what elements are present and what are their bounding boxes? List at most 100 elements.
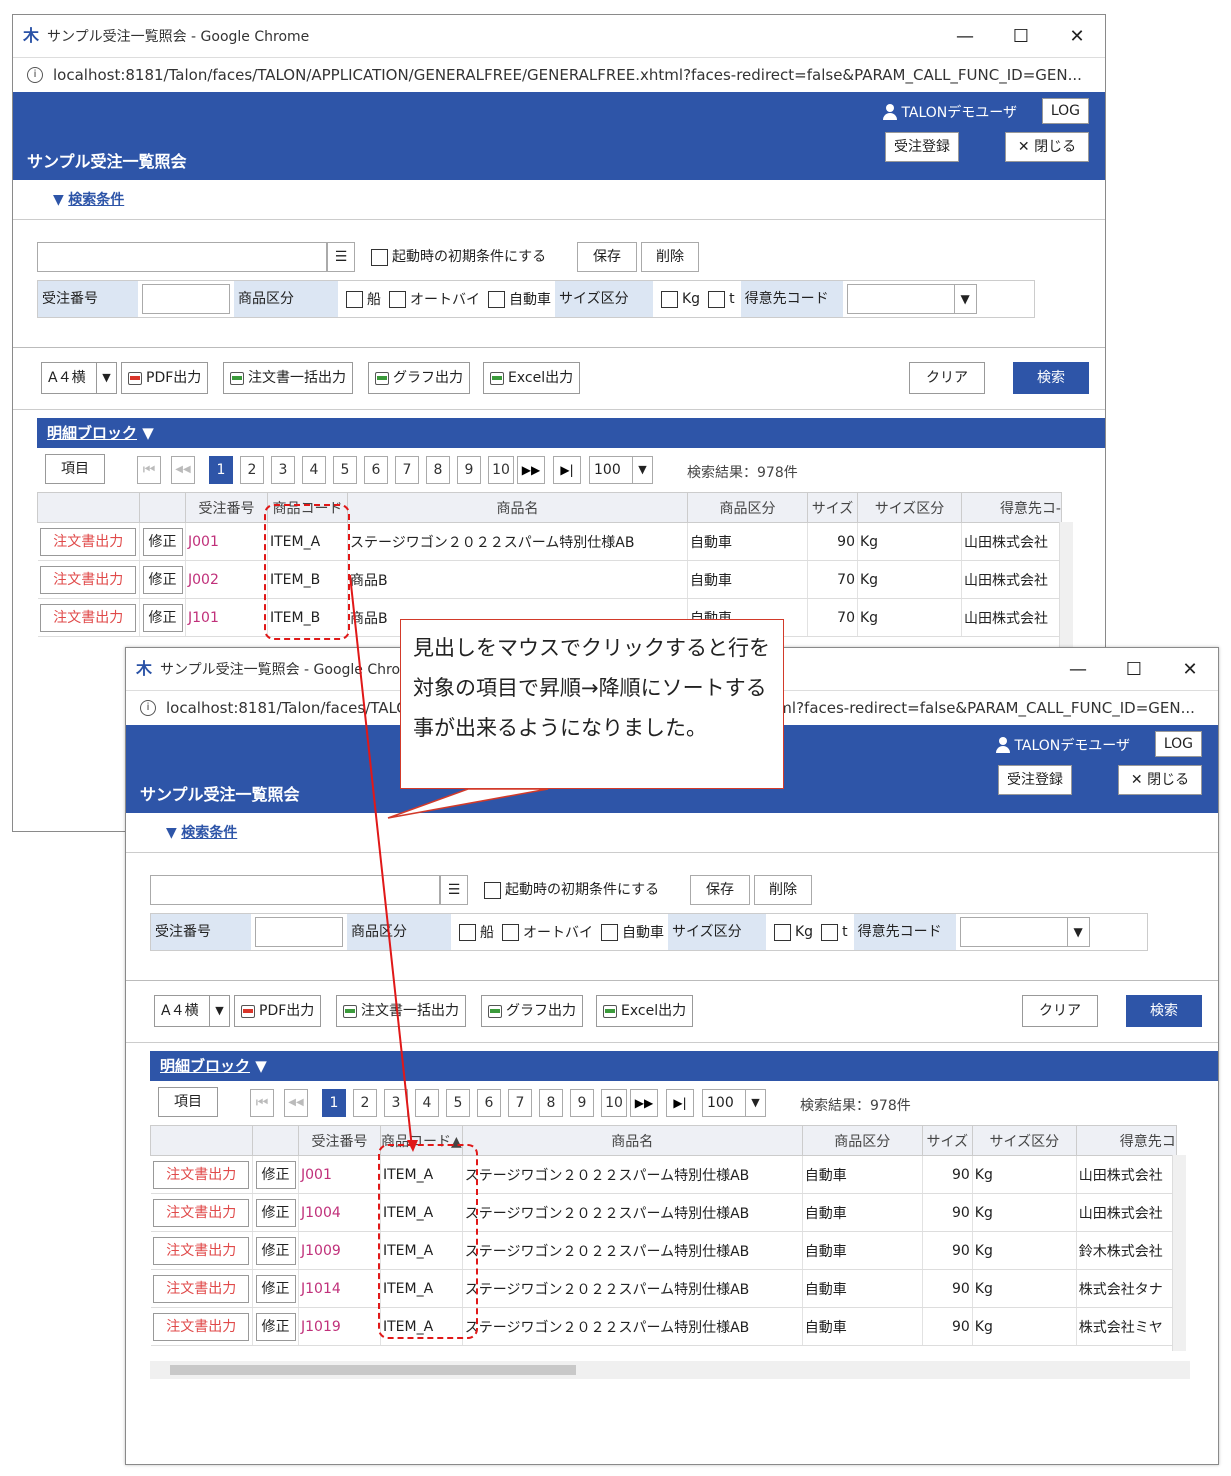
order-id[interactable]: J1014 [301, 1281, 341, 1297]
column-header[interactable]: 商品区分 [801, 1125, 923, 1156]
bulk-order-output-button[interactable]: 注文書一括出力 [336, 995, 466, 1027]
close-window-button[interactable]: ✕ [1162, 659, 1218, 680]
order-output-button[interactable]: 注文書出力 [40, 527, 137, 556]
page-6-button[interactable]: 6 [477, 1089, 501, 1117]
horizontal-scrollbar[interactable] [150, 1361, 1190, 1379]
close-button[interactable]: ✕ 閉じる [1005, 132, 1089, 162]
order-no-input[interactable] [255, 917, 343, 947]
column-header[interactable] [150, 1125, 253, 1156]
excel-output-button[interactable]: Excel出力 [483, 362, 581, 394]
delete-button[interactable]: 削除 [754, 875, 812, 905]
page-10-button[interactable]: 10 [601, 1089, 627, 1117]
vertical-scrollbar[interactable] [1172, 1155, 1186, 1351]
modify-button[interactable]: 修正 [142, 603, 183, 632]
column-header[interactable] [37, 492, 140, 523]
last-page-icon[interactable]: ▶| [666, 1089, 694, 1117]
opt-car[interactable]: 自動車 [601, 922, 664, 942]
opt-kg[interactable]: Kg [661, 290, 700, 308]
info-icon[interactable]: i [140, 700, 156, 716]
order-register-button[interactable]: 受注登録 [885, 132, 959, 162]
modify-button[interactable]: 修正 [255, 1236, 296, 1265]
pdf-output-button[interactable]: PDF出力 [234, 995, 322, 1027]
column-header[interactable] [252, 1125, 299, 1156]
opt-bike[interactable]: オートバイ [389, 289, 480, 309]
checkbox[interactable] [371, 248, 388, 266]
order-id[interactable]: J1004 [301, 1205, 341, 1221]
order-output-button[interactable]: 注文書出力 [40, 565, 137, 594]
order-id[interactable]: J1019 [301, 1319, 341, 1335]
column-header[interactable]: 商品名 [461, 1125, 803, 1156]
page-8-button[interactable]: 8 [539, 1089, 563, 1117]
page-10-button[interactable]: 10 [488, 456, 514, 484]
order-register-button[interactable]: 受注登録 [998, 765, 1072, 795]
columns-button[interactable]: 項目 [158, 1087, 218, 1117]
page-2-button[interactable]: 2 [240, 456, 264, 484]
modify-button[interactable]: 修正 [142, 527, 183, 556]
column-header[interactable]: 商品名 [347, 492, 688, 523]
page-7-button[interactable]: 7 [395, 456, 419, 484]
order-output-button[interactable]: 注文書出力 [153, 1160, 250, 1189]
table-row[interactable]: 注文書出力 修正 J1004 ITEM_A ステージワゴン２０２２スパーム特別仕様AB 自… [150, 1193, 1177, 1232]
condition-name-input[interactable] [37, 242, 327, 272]
order-no-input[interactable] [142, 284, 230, 314]
search-toggle[interactable]: ▼ 検索条件 [13, 180, 1105, 220]
page-4-button[interactable]: 4 [415, 1089, 439, 1117]
table-row[interactable]: 注文書出力 修正 J001 ITEM_A ステージワゴン２０２２スパーム特別仕様AB 自動… [150, 1155, 1177, 1194]
detail-block-header[interactable]: 明細ブロック ▼ [150, 1051, 1218, 1081]
next-page-icon[interactable]: ▶▶ [630, 1089, 658, 1117]
customer-code-select[interactable]: ▼ [846, 284, 977, 314]
table-row[interactable]: 注文書出力 修正 J1009 ITEM_A ステージワゴン２０２２スパーム特別仕様AB 自… [150, 1231, 1177, 1270]
modify-button[interactable]: 修正 [255, 1312, 296, 1341]
page-size-select[interactable]: 100 ▼ [589, 456, 653, 484]
columns-button[interactable]: 項目 [45, 454, 105, 484]
list-icon[interactable]: ☰ [440, 875, 468, 905]
minimize-button[interactable]: — [937, 26, 993, 47]
order-output-button[interactable]: 注文書出力 [153, 1274, 250, 1303]
graph-output-button[interactable]: グラフ出力 [368, 362, 470, 394]
order-output-button[interactable]: 注文書出力 [153, 1198, 250, 1227]
condition-name-input[interactable] [150, 875, 440, 905]
page-8-button[interactable]: 8 [426, 456, 450, 484]
order-output-button[interactable]: 注文書出力 [153, 1236, 250, 1265]
checkbox[interactable] [484, 881, 501, 899]
column-header[interactable]: 得意先コ [1075, 1125, 1177, 1156]
table-row[interactable]: 注文書出力 修正 J1014 ITEM_A ステージワゴン２０２２スパーム特別仕様AB 自… [150, 1269, 1177, 1308]
clear-button[interactable]: クリア [1022, 995, 1098, 1027]
paper-size-select[interactable]: A４横 ▼ [41, 362, 117, 394]
page-1-button[interactable]: 1 [209, 456, 233, 484]
column-header[interactable]: サイズ [807, 492, 858, 523]
page-2-button[interactable]: 2 [353, 1089, 377, 1117]
page-3-button[interactable]: 3 [271, 456, 295, 484]
save-button[interactable]: 保存 [690, 875, 750, 905]
opt-car[interactable]: 自動車 [488, 289, 551, 309]
delete-button[interactable]: 削除 [641, 242, 699, 272]
next-page-icon[interactable]: ▶▶ [517, 456, 545, 484]
list-icon[interactable]: ☰ [327, 242, 355, 272]
order-id[interactable]: J002 [188, 572, 219, 588]
save-button[interactable]: 保存 [577, 242, 637, 272]
column-header[interactable]: 受注番号 [185, 492, 268, 523]
paper-size-select[interactable]: A４横 ▼ [154, 995, 230, 1027]
modify-button[interactable]: 修正 [255, 1160, 296, 1189]
bulk-order-output-button[interactable]: 注文書一括出力 [223, 362, 353, 394]
column-header[interactable]: サイズ区分 [857, 492, 962, 523]
column-header[interactable] [139, 492, 186, 523]
table-row[interactable]: 注文書出力 修正 J002 ITEM_B 商品B 自動車 70 Kg 山田株式会社 [37, 560, 1062, 599]
last-page-icon[interactable]: ▶| [553, 456, 581, 484]
page-5-button[interactable]: 5 [446, 1089, 470, 1117]
page-7-button[interactable]: 7 [508, 1089, 532, 1117]
log-button[interactable]: LOG [1154, 731, 1202, 757]
search-button[interactable]: 検索 [1013, 362, 1089, 394]
initial-condition-checkbox[interactable]: 起動時の初期条件にする [371, 246, 546, 266]
order-id[interactable]: J1009 [301, 1243, 341, 1259]
prev-page-icon[interactable]: ◀◀ [284, 1089, 308, 1117]
pdf-output-button[interactable]: PDF出力 [121, 362, 209, 394]
maximize-button[interactable]: ☐ [993, 26, 1049, 47]
address-bar[interactable]: i localhost:8181/Talon/faces/TALON/APPLI… [13, 57, 1105, 92]
info-icon[interactable]: i [27, 67, 43, 83]
page-9-button[interactable]: 9 [570, 1089, 594, 1117]
opt-kg[interactable]: Kg [774, 923, 813, 941]
opt-ship[interactable]: 船 [459, 922, 494, 942]
detail-block-header[interactable]: 明細ブロック ▼ [37, 418, 1105, 448]
close-button[interactable]: ✕ 閉じる [1118, 765, 1202, 795]
